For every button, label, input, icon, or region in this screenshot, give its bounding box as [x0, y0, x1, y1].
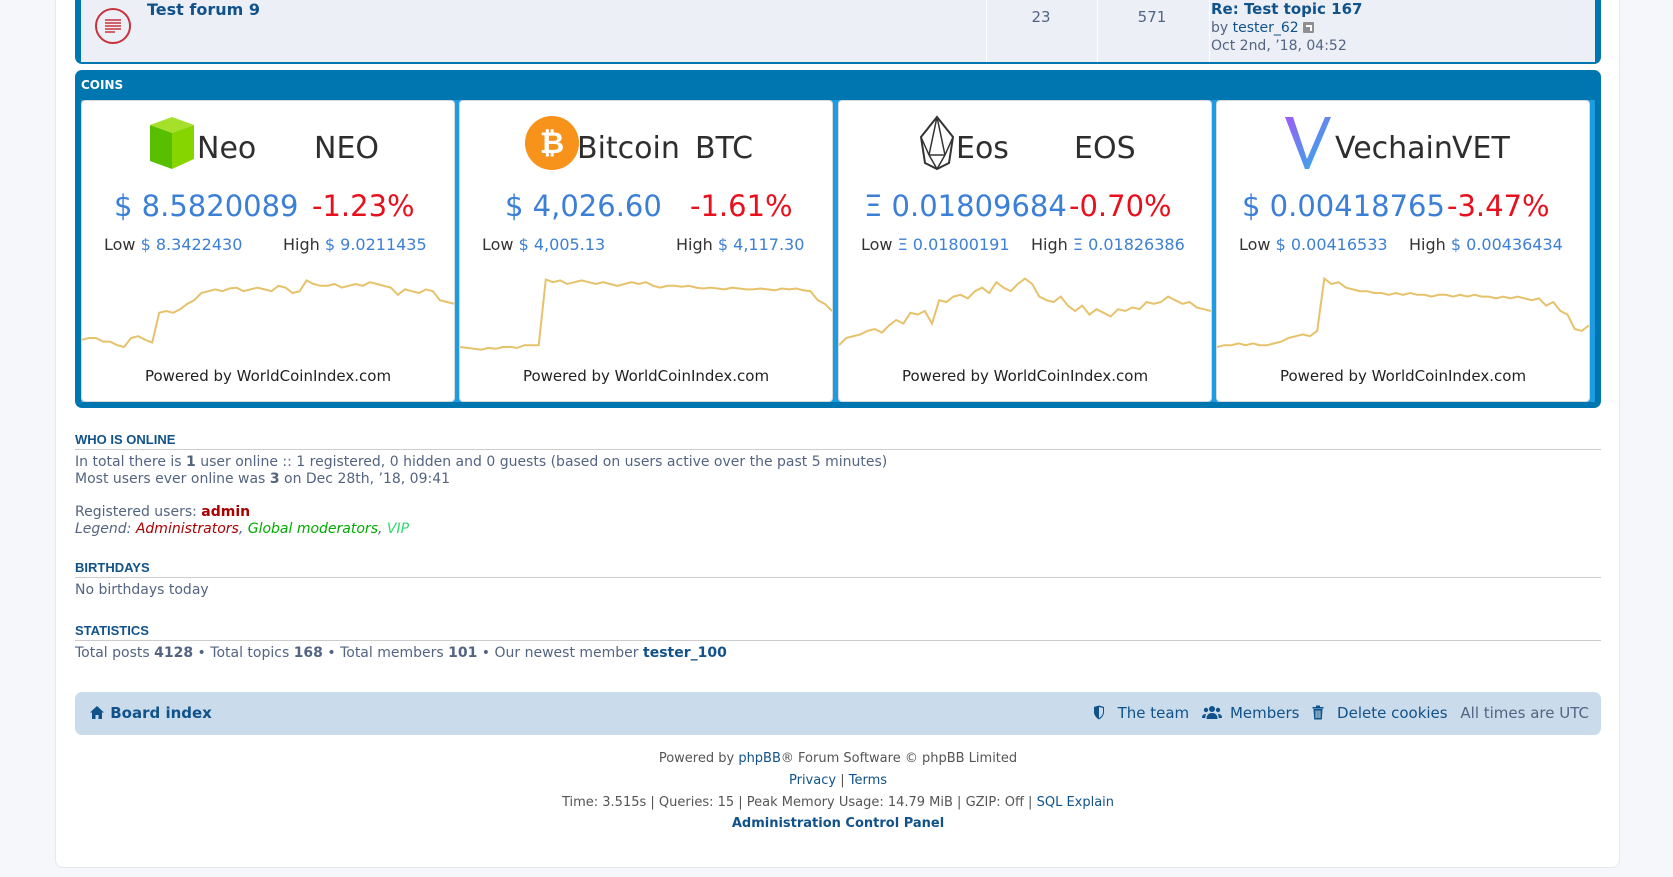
powered-by-text: Powered by WorldCoinIndex.com — [522, 367, 770, 385]
powered-by-text: Powered by WorldCoinIndex.com — [144, 367, 392, 385]
online-total-text: In total there is 1 user online :: 1 reg… — [75, 454, 888, 470]
board-index-link[interactable]: Board index — [89, 704, 212, 722]
coin-price: $ 0.00418765 — [1242, 189, 1445, 223]
neo-logo-icon — [144, 115, 200, 171]
trash-icon — [1312, 705, 1324, 720]
coins-header: COINS — [81, 78, 124, 92]
coin-low: Low $ 8.3422430 — [104, 235, 243, 254]
coin-high: High $ 4,117.30 — [676, 235, 805, 254]
column-divider — [1097, 0, 1098, 62]
who-is-online-section: WHO IS ONLINE In total there is 1 user o… — [75, 432, 1601, 538]
terms-link[interactable]: Terms — [849, 773, 887, 788]
legend-global-moderators-link[interactable]: Global moderators — [248, 521, 378, 537]
who-is-online-heading[interactable]: WHO IS ONLINE — [75, 432, 1601, 450]
statistics-section: STATISTICS Total posts 4128 • Total topi… — [75, 623, 1601, 662]
coin-name: Bitcoin — [577, 131, 680, 166]
coin-symbol: VET — [1452, 131, 1510, 166]
last-post-time: Oct 2nd, ’18, 04:52 — [1211, 38, 1347, 54]
sql-explain-link[interactable]: SQL Explain — [1037, 795, 1114, 810]
coin-name: Vechain — [1335, 131, 1453, 166]
navbar-right-links: The team Members Delete cookies All time… — [1085, 704, 1589, 722]
powered-by-text: Powered by WorldCoinIndex.com — [901, 367, 1149, 385]
online-record-text: Most users ever online was 3 on Dec 28th… — [75, 471, 451, 487]
statistics-heading: STATISTICS — [75, 623, 1601, 641]
shield-icon — [1093, 705, 1104, 720]
bitcoin-logo-icon: ₿ — [524, 115, 580, 171]
view-latest-post-icon[interactable] — [1302, 22, 1314, 33]
privacy-link[interactable]: Privacy — [789, 773, 836, 788]
footer-navbar: Board index The team Members Delete cook… — [75, 692, 1601, 735]
registered-user-link[interactable]: admin — [201, 504, 250, 520]
legend-vip-link[interactable]: VIP — [387, 521, 409, 537]
column-divider — [1209, 0, 1210, 62]
coin-symbol: BTC — [695, 131, 754, 166]
coin-symbol: EOS — [1074, 131, 1136, 166]
coin-price-chart — [1217, 276, 1589, 348]
posts-count: 571 — [1137, 8, 1167, 26]
coin-price-chart — [839, 277, 1211, 346]
column-divider — [986, 0, 987, 62]
admin-control-panel-link[interactable]: Administration Control Panel — [732, 816, 944, 831]
legend: Legend: Administrators, Global moderator… — [75, 521, 410, 537]
coin-change: -1.23% — [312, 189, 415, 223]
birthdays-section: BIRTHDAYS No birthdays today — [75, 560, 1601, 599]
forum-list-block: Test forum 9 23 571 Re: Test topic 167 b… — [75, 0, 1601, 64]
coin-price: $ 8.5820089 — [114, 189, 299, 223]
coin-symbol: NEO — [314, 131, 380, 166]
powered-by-text: Powered by WorldCoinIndex.com — [1279, 367, 1527, 385]
coin-high: High $ 0.00436434 — [1409, 235, 1563, 254]
coin-low: Low $ 4,005.13 — [482, 235, 606, 254]
birthdays-heading: BIRTHDAYS — [75, 560, 1601, 578]
coin-change: -1.61% — [690, 189, 793, 223]
coin-price-chart — [82, 279, 454, 349]
delete-cookies-link[interactable]: Delete cookies — [1312, 704, 1448, 722]
coin-card-eos[interactable]: Eos EOS Ξ 0.01809684 -0.70% Low Ξ 0.01800191… — [838, 100, 1212, 402]
coin-low: Low $ 0.00416533 — [1239, 235, 1388, 254]
coin-name: Eos — [956, 131, 1009, 166]
vechain-logo-icon — [1279, 115, 1335, 171]
coin-card-btc[interactable]: ₿ Bitcoin BTC $ 4,026.60 -1.61% Low $ 4,005.1… — [459, 100, 833, 402]
birthdays-text: No birthdays today — [75, 582, 209, 598]
members-link[interactable]: Members — [1201, 704, 1299, 722]
acp-line: Administration Control Panel — [75, 816, 1601, 831]
users-icon — [1201, 706, 1222, 719]
coin-price: Ξ 0.01809684 — [864, 189, 1067, 223]
coin-change: -0.70% — [1069, 189, 1172, 223]
phpbb-link[interactable]: phpBB — [738, 751, 781, 766]
legend-administrators-link[interactable]: Administrators — [136, 521, 239, 537]
topics-count: 23 — [1031, 8, 1051, 26]
last-post-title-link[interactable]: Re: Test topic 167 — [1211, 0, 1362, 18]
forum-row: Test forum 9 23 571 Re: Test topic 167 b… — [81, 0, 1595, 62]
forum-read-icon — [95, 8, 131, 44]
coins-container: Neo NEO $ 8.5820089 -1.23% Low $ 8.3422430 Hi… — [81, 100, 1595, 402]
newest-member-link[interactable]: tester_100 — [643, 645, 727, 661]
coin-change: -3.47% — [1447, 189, 1550, 223]
coins-block: COINS Neo NEO $ 8.5820089 -1.23% Low $ 8.342… — [75, 70, 1601, 408]
coin-high: High Ξ 0.01826386 — [1031, 235, 1185, 254]
coin-low: Low Ξ 0.01800191 — [861, 235, 1010, 254]
coin-high: High $ 9.0211435 — [283, 235, 427, 254]
last-post-author-link[interactable]: tester_62 — [1233, 20, 1299, 36]
coin-card-vet[interactable]: Vechain VET $ 0.00418765 -3.47% Low $ 0.0041… — [1216, 100, 1590, 402]
home-icon — [90, 706, 104, 719]
last-post-cell: Re: Test topic 167 by tester_62 Oct 2nd,… — [1211, 0, 1362, 55]
privacy-terms-line: Privacy | Terms — [788, 773, 888, 788]
the-team-link[interactable]: The team — [1093, 704, 1189, 722]
statistics-text: Total posts 4128 • Total topics 168 • To… — [75, 645, 727, 661]
coin-name: Neo — [197, 131, 257, 166]
debug-line: Time: 3.515s | Queries: 15 | Peak Memory… — [561, 795, 1115, 810]
last-post-by-label: by — [1211, 20, 1229, 36]
forum-title-link[interactable]: Test forum 9 — [147, 0, 260, 19]
timezone-text: All times are UTC — [1460, 704, 1589, 722]
coin-price-chart — [460, 278, 832, 351]
registered-users: Registered users: admin — [75, 504, 251, 520]
svg-text:₿: ₿ — [540, 126, 564, 161]
coin-price: $ 4,026.60 — [505, 189, 662, 223]
copyright-line: Powered by phpBB® Forum Software © phpBB… — [658, 751, 1018, 766]
coin-card-neo[interactable]: Neo NEO $ 8.5820089 -1.23% Low $ 8.3422430 Hi… — [81, 100, 455, 402]
